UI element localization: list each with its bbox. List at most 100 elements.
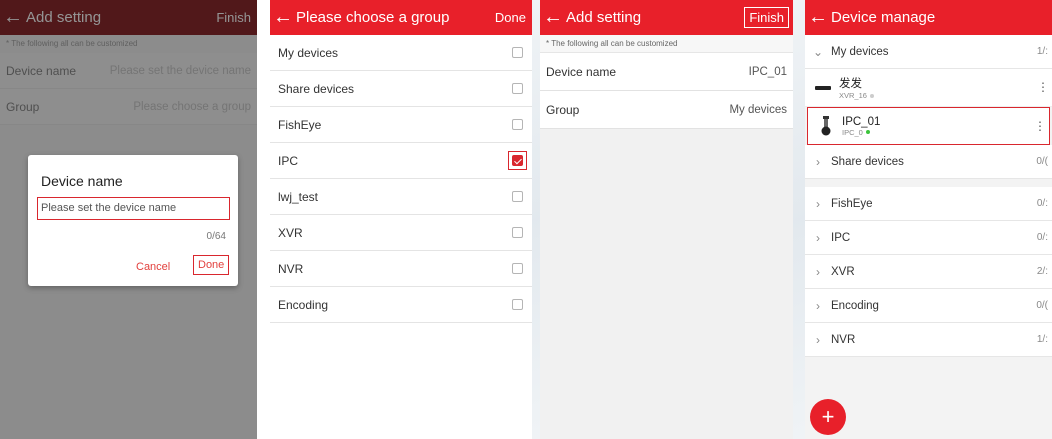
camera-device-icon — [818, 116, 834, 136]
device-row[interactable]: 发发 XVR_16 ⋮ — [805, 69, 1052, 107]
more-vert-icon[interactable]: ⋮ — [1037, 80, 1049, 94]
group-checkbox[interactable] — [512, 191, 523, 202]
category-row[interactable]: › FishEye 0/: — [805, 187, 1052, 221]
group-option-label: IPC — [278, 153, 299, 168]
group-checkbox[interactable] — [512, 83, 523, 94]
device-name: IPC_01 — [842, 115, 881, 128]
page-title: Device manage — [831, 9, 936, 26]
group-option[interactable]: My devices — [270, 35, 532, 71]
group-option-label: Encoding — [278, 297, 329, 312]
chevron-right-icon: › — [816, 298, 820, 313]
device-manage-panel: ← Device manage ⌄ My devices 1/: 发发 XVR_… — [805, 0, 1052, 439]
group-option-label: NVR — [278, 261, 304, 276]
group-option-label: My devices — [278, 45, 339, 60]
category-row[interactable]: › XVR 2/: — [805, 255, 1052, 289]
device-sub: XVR_16 — [839, 91, 867, 100]
group-checkbox[interactable] — [512, 155, 523, 166]
page-title: Please choose a group — [296, 9, 450, 26]
header-bar: ← Add setting Finish — [540, 0, 793, 35]
device-name: 发发 — [839, 78, 862, 90]
status-dot — [869, 93, 874, 98]
category-my-devices[interactable]: ⌄ My devices 1/: — [805, 35, 1052, 69]
finish-button[interactable]: Finish — [744, 7, 789, 28]
category-count: 0/( — [1036, 300, 1048, 311]
group-checkbox[interactable] — [512, 47, 523, 58]
group-option[interactable]: lwj_test — [270, 179, 532, 215]
add-device-button[interactable]: + — [810, 399, 846, 435]
customize-hint: * The following all can be customized — [540, 35, 793, 53]
group-option[interactable]: NVR — [270, 251, 532, 287]
more-vert-icon[interactable]: ⋮ — [1034, 119, 1046, 133]
device-name-dialog: Device name Please set the device name 0… — [28, 155, 238, 286]
group-checkbox[interactable] — [512, 227, 523, 238]
group-list: My devices Share devices FishEye IPC lwj_tes… — [270, 35, 532, 323]
chevron-right-icon: › — [816, 154, 820, 169]
checkbox-wrap — [508, 151, 527, 170]
checkbox-wrap — [508, 115, 527, 134]
back-arrow-icon[interactable]: ← — [540, 0, 566, 35]
group-option-label: lwj_test — [278, 189, 319, 204]
device-sub: IPC_0 — [842, 127, 863, 137]
checkbox-wrap — [508, 79, 527, 98]
chevron-right-icon: › — [816, 332, 820, 347]
category-label: FishEye — [831, 197, 873, 210]
group-option[interactable]: Share devices — [270, 71, 532, 107]
chevron-right-icon: › — [816, 196, 820, 211]
category-row[interactable]: › IPC 0/: — [805, 221, 1052, 255]
row-value: IPC_01 — [748, 65, 787, 78]
group-checkbox[interactable] — [512, 263, 523, 274]
header-bar: ← Please choose a group Done — [270, 0, 532, 35]
done-button[interactable]: Done — [193, 255, 230, 275]
checkbox-wrap — [508, 259, 527, 278]
xvr-device-icon — [815, 85, 831, 91]
category-row[interactable]: › Share devices 0/( — [805, 145, 1052, 179]
done-button[interactable]: Done — [495, 10, 526, 25]
cancel-button[interactable]: Cancel — [136, 261, 170, 273]
checkbox-wrap — [508, 223, 527, 242]
category-label: XVR — [831, 265, 855, 278]
header-bar: ← Device manage — [805, 0, 1052, 35]
section-gap — [805, 179, 1052, 187]
category-label: Encoding — [831, 299, 879, 312]
chevron-down-icon: ⌄ — [812, 44, 824, 59]
back-arrow-icon[interactable]: ← — [270, 0, 296, 35]
category-label: NVR — [831, 333, 856, 346]
category-count: 0/: — [1036, 198, 1048, 209]
group-option[interactable]: Encoding — [270, 287, 532, 323]
group-row[interactable]: Group My devices — [540, 91, 793, 129]
group-checkbox[interactable] — [512, 299, 523, 310]
background-decoration — [532, 0, 540, 439]
row-label: Device name — [546, 64, 617, 79]
group-option[interactable]: FishEye — [270, 107, 532, 143]
background-decoration — [793, 0, 805, 439]
category-count: 1/: — [1036, 334, 1048, 345]
category-row[interactable]: › Encoding 0/( — [805, 289, 1052, 323]
checkbox-wrap — [508, 187, 527, 206]
device-row-highlighted[interactable]: IPC_01 IPC_0 ⋮ — [807, 107, 1050, 145]
category-count: 0/: — [1036, 232, 1048, 243]
group-option[interactable]: XVR — [270, 215, 532, 251]
add-setting-dialog-panel: ← Add setting Finish * The following all… — [0, 0, 257, 439]
chevron-right-icon: › — [816, 230, 820, 245]
group-option[interactable]: IPC — [270, 143, 532, 179]
row-label: Group — [546, 102, 580, 117]
choose-group-panel: ← Please choose a group Done My devices S… — [270, 0, 532, 439]
group-option-label: FishEye — [278, 117, 322, 132]
group-checkbox[interactable] — [512, 119, 523, 130]
category-list: › Share devices 0/( › FishEye 0/: › IPC 0/: › XVR 2… — [805, 145, 1052, 357]
status-dot — [865, 130, 870, 134]
group-option-label: Share devices — [278, 81, 355, 96]
device-name-row[interactable]: Device name IPC_01 — [540, 53, 793, 91]
device-name-input[interactable]: Please set the device name — [37, 197, 230, 220]
category-label: My devices — [831, 45, 889, 58]
row-value: My devices — [729, 103, 787, 116]
category-label: IPC — [831, 231, 851, 244]
checkbox-wrap — [508, 295, 527, 314]
category-count: 2/: — [1036, 266, 1048, 277]
page-title: Add setting — [566, 9, 642, 26]
dialog-title: Device name — [41, 173, 123, 189]
back-arrow-icon[interactable]: ← — [805, 0, 831, 35]
category-label: Share devices — [831, 155, 904, 168]
checkbox-wrap — [508, 43, 527, 62]
category-row[interactable]: › NVR 1/: — [805, 323, 1052, 357]
